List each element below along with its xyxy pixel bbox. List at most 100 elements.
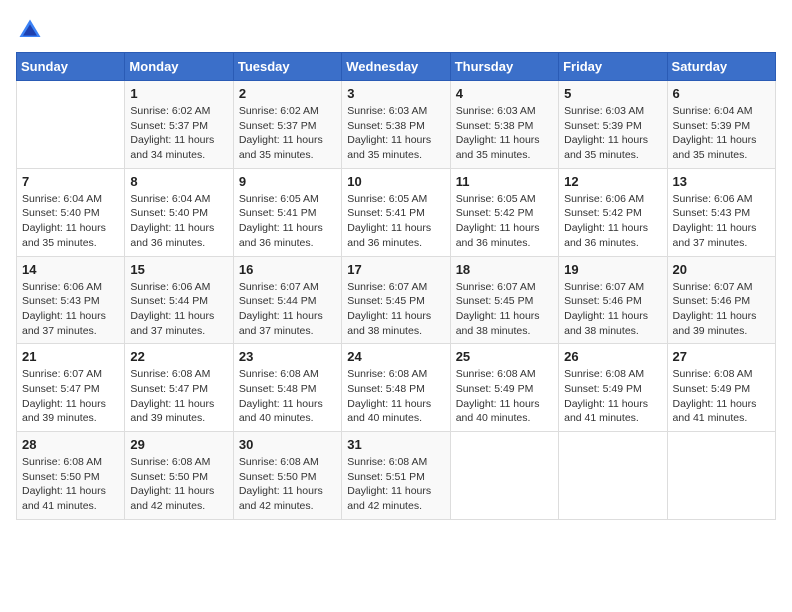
day-info: Sunrise: 6:04 AMSunset: 5:40 PMDaylight:… (130, 192, 227, 251)
day-info: Sunrise: 6:04 AMSunset: 5:40 PMDaylight:… (22, 192, 119, 251)
day-info: Sunrise: 6:08 AMSunset: 5:47 PMDaylight:… (130, 367, 227, 426)
calendar-cell: 2 Sunrise: 6:02 AMSunset: 5:37 PMDayligh… (233, 81, 341, 169)
day-info: Sunrise: 6:05 AMSunset: 5:42 PMDaylight:… (456, 192, 553, 251)
calendar-cell: 17 Sunrise: 6:07 AMSunset: 5:45 PMDaylig… (342, 256, 450, 344)
calendar-cell: 13 Sunrise: 6:06 AMSunset: 5:43 PMDaylig… (667, 168, 775, 256)
calendar-cell: 21 Sunrise: 6:07 AMSunset: 5:47 PMDaylig… (17, 344, 125, 432)
calendar-table: Sunday Monday Tuesday Wednesday Thursday… (16, 52, 776, 520)
day-info: Sunrise: 6:03 AMSunset: 5:38 PMDaylight:… (456, 104, 553, 163)
calendar-cell: 9 Sunrise: 6:05 AMSunset: 5:41 PMDayligh… (233, 168, 341, 256)
calendar-cell: 31 Sunrise: 6:08 AMSunset: 5:51 PMDaylig… (342, 432, 450, 520)
calendar-week-1: 1 Sunrise: 6:02 AMSunset: 5:37 PMDayligh… (17, 81, 776, 169)
day-number: 20 (673, 262, 770, 277)
header-thursday: Thursday (450, 53, 558, 81)
calendar-cell: 14 Sunrise: 6:06 AMSunset: 5:43 PMDaylig… (17, 256, 125, 344)
day-number: 1 (130, 86, 227, 101)
day-info: Sunrise: 6:08 AMSunset: 5:48 PMDaylight:… (239, 367, 336, 426)
day-number: 3 (347, 86, 444, 101)
day-number: 21 (22, 349, 119, 364)
calendar-cell: 27 Sunrise: 6:08 AMSunset: 5:49 PMDaylig… (667, 344, 775, 432)
calendar-cell: 28 Sunrise: 6:08 AMSunset: 5:50 PMDaylig… (17, 432, 125, 520)
day-info: Sunrise: 6:06 AMSunset: 5:42 PMDaylight:… (564, 192, 661, 251)
calendar-cell: 25 Sunrise: 6:08 AMSunset: 5:49 PMDaylig… (450, 344, 558, 432)
day-info: Sunrise: 6:08 AMSunset: 5:50 PMDaylight:… (239, 455, 336, 514)
calendar-cell: 1 Sunrise: 6:02 AMSunset: 5:37 PMDayligh… (125, 81, 233, 169)
day-number: 18 (456, 262, 553, 277)
header-tuesday: Tuesday (233, 53, 341, 81)
calendar-cell: 30 Sunrise: 6:08 AMSunset: 5:50 PMDaylig… (233, 432, 341, 520)
calendar-cell (450, 432, 558, 520)
day-number: 22 (130, 349, 227, 364)
day-number: 15 (130, 262, 227, 277)
day-number: 9 (239, 174, 336, 189)
day-number: 31 (347, 437, 444, 452)
weekday-header-row: Sunday Monday Tuesday Wednesday Thursday… (17, 53, 776, 81)
header-friday: Friday (559, 53, 667, 81)
day-number: 23 (239, 349, 336, 364)
day-number: 11 (456, 174, 553, 189)
day-number: 5 (564, 86, 661, 101)
header-monday: Monday (125, 53, 233, 81)
calendar-cell (17, 81, 125, 169)
day-info: Sunrise: 6:08 AMSunset: 5:49 PMDaylight:… (673, 367, 770, 426)
day-info: Sunrise: 6:02 AMSunset: 5:37 PMDaylight:… (130, 104, 227, 163)
day-info: Sunrise: 6:04 AMSunset: 5:39 PMDaylight:… (673, 104, 770, 163)
day-info: Sunrise: 6:07 AMSunset: 5:47 PMDaylight:… (22, 367, 119, 426)
header-wednesday: Wednesday (342, 53, 450, 81)
day-number: 2 (239, 86, 336, 101)
calendar-cell: 18 Sunrise: 6:07 AMSunset: 5:45 PMDaylig… (450, 256, 558, 344)
calendar-cell: 4 Sunrise: 6:03 AMSunset: 5:38 PMDayligh… (450, 81, 558, 169)
calendar-cell: 19 Sunrise: 6:07 AMSunset: 5:46 PMDaylig… (559, 256, 667, 344)
day-info: Sunrise: 6:08 AMSunset: 5:49 PMDaylight:… (456, 367, 553, 426)
day-number: 19 (564, 262, 661, 277)
day-info: Sunrise: 6:07 AMSunset: 5:45 PMDaylight:… (347, 280, 444, 339)
day-info: Sunrise: 6:08 AMSunset: 5:51 PMDaylight:… (347, 455, 444, 514)
day-info: Sunrise: 6:07 AMSunset: 5:45 PMDaylight:… (456, 280, 553, 339)
day-info: Sunrise: 6:08 AMSunset: 5:49 PMDaylight:… (564, 367, 661, 426)
calendar-week-3: 14 Sunrise: 6:06 AMSunset: 5:43 PMDaylig… (17, 256, 776, 344)
calendar-cell: 23 Sunrise: 6:08 AMSunset: 5:48 PMDaylig… (233, 344, 341, 432)
day-info: Sunrise: 6:06 AMSunset: 5:44 PMDaylight:… (130, 280, 227, 339)
header-saturday: Saturday (667, 53, 775, 81)
calendar-cell: 3 Sunrise: 6:03 AMSunset: 5:38 PMDayligh… (342, 81, 450, 169)
day-info: Sunrise: 6:07 AMSunset: 5:46 PMDaylight:… (673, 280, 770, 339)
day-info: Sunrise: 6:05 AMSunset: 5:41 PMDaylight:… (239, 192, 336, 251)
day-info: Sunrise: 6:08 AMSunset: 5:50 PMDaylight:… (130, 455, 227, 514)
calendar-cell: 29 Sunrise: 6:08 AMSunset: 5:50 PMDaylig… (125, 432, 233, 520)
calendar-week-4: 21 Sunrise: 6:07 AMSunset: 5:47 PMDaylig… (17, 344, 776, 432)
calendar-cell: 6 Sunrise: 6:04 AMSunset: 5:39 PMDayligh… (667, 81, 775, 169)
day-info: Sunrise: 6:07 AMSunset: 5:44 PMDaylight:… (239, 280, 336, 339)
day-number: 10 (347, 174, 444, 189)
day-number: 8 (130, 174, 227, 189)
day-number: 26 (564, 349, 661, 364)
day-number: 14 (22, 262, 119, 277)
calendar-cell: 16 Sunrise: 6:07 AMSunset: 5:44 PMDaylig… (233, 256, 341, 344)
page-header (16, 16, 776, 44)
day-number: 30 (239, 437, 336, 452)
calendar-cell: 24 Sunrise: 6:08 AMSunset: 5:48 PMDaylig… (342, 344, 450, 432)
day-info: Sunrise: 6:06 AMSunset: 5:43 PMDaylight:… (673, 192, 770, 251)
day-number: 24 (347, 349, 444, 364)
calendar-cell: 15 Sunrise: 6:06 AMSunset: 5:44 PMDaylig… (125, 256, 233, 344)
day-number: 12 (564, 174, 661, 189)
day-number: 7 (22, 174, 119, 189)
day-number: 28 (22, 437, 119, 452)
calendar-week-5: 28 Sunrise: 6:08 AMSunset: 5:50 PMDaylig… (17, 432, 776, 520)
day-info: Sunrise: 6:03 AMSunset: 5:38 PMDaylight:… (347, 104, 444, 163)
day-number: 25 (456, 349, 553, 364)
day-number: 17 (347, 262, 444, 277)
day-number: 27 (673, 349, 770, 364)
calendar-cell (559, 432, 667, 520)
calendar-week-2: 7 Sunrise: 6:04 AMSunset: 5:40 PMDayligh… (17, 168, 776, 256)
day-number: 16 (239, 262, 336, 277)
logo-icon (16, 16, 44, 44)
day-number: 6 (673, 86, 770, 101)
calendar-cell: 7 Sunrise: 6:04 AMSunset: 5:40 PMDayligh… (17, 168, 125, 256)
day-info: Sunrise: 6:07 AMSunset: 5:46 PMDaylight:… (564, 280, 661, 339)
calendar-cell: 12 Sunrise: 6:06 AMSunset: 5:42 PMDaylig… (559, 168, 667, 256)
day-info: Sunrise: 6:03 AMSunset: 5:39 PMDaylight:… (564, 104, 661, 163)
calendar-cell: 22 Sunrise: 6:08 AMSunset: 5:47 PMDaylig… (125, 344, 233, 432)
day-number: 29 (130, 437, 227, 452)
logo (16, 16, 48, 44)
calendar-cell: 8 Sunrise: 6:04 AMSunset: 5:40 PMDayligh… (125, 168, 233, 256)
